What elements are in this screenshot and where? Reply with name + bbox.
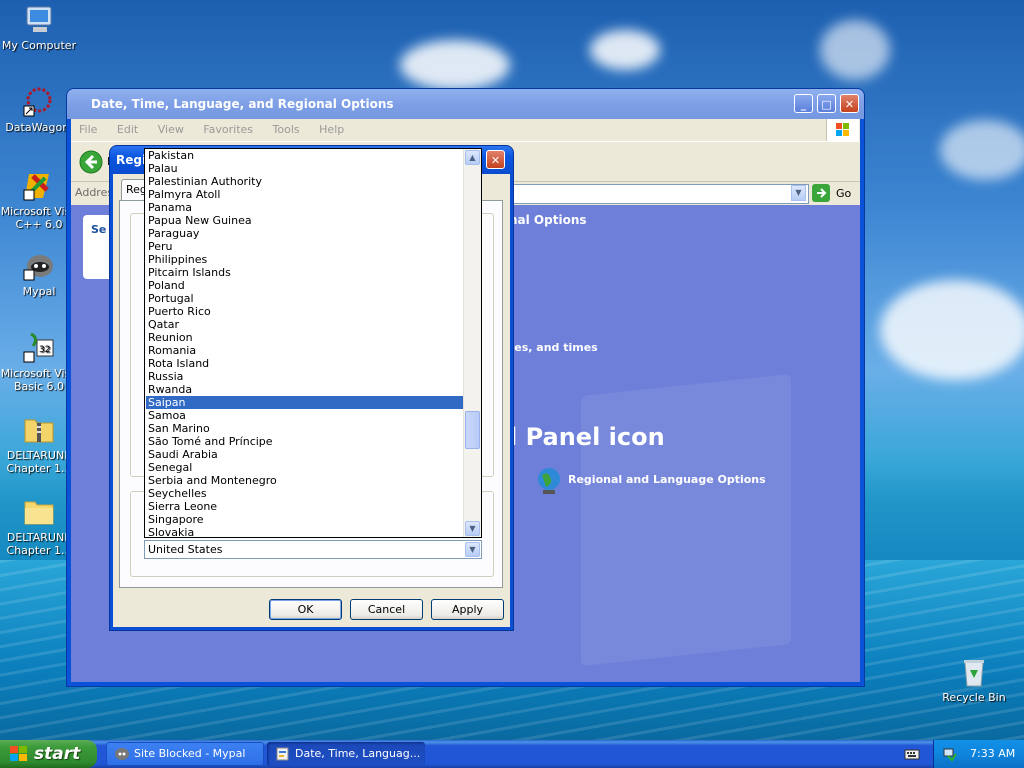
dropdown-item[interactable]: Peru: [146, 240, 464, 253]
start-button[interactable]: start: [0, 740, 97, 768]
dropdown-item[interactable]: Samoa: [146, 409, 464, 422]
location-combobox-value: United States: [148, 543, 223, 556]
folder-icon: [23, 496, 55, 528]
vcpp-icon: [23, 170, 55, 202]
location-combobox[interactable]: United States ▼: [144, 540, 482, 559]
dropdown-item[interactable]: Russia: [146, 370, 464, 383]
dropdown-item[interactable]: Serbia and Montenegro: [146, 474, 464, 487]
desktop-icon-recycle-bin[interactable]: Recycle Bin: [935, 656, 1013, 704]
task-date-time-language[interactable]: Date, Time, Languag...: [267, 742, 425, 766]
my-computer-icon: [23, 4, 55, 36]
mypal-icon: [115, 748, 129, 760]
minimize-button[interactable]: _: [794, 94, 813, 113]
address-dropdown-button[interactable]: ▼: [791, 185, 806, 201]
menu-file[interactable]: File: [71, 119, 105, 136]
chevron-down-icon[interactable]: ▼: [465, 542, 480, 557]
dropdown-item[interactable]: Palau: [146, 162, 464, 175]
taskbar: start Site Blocked - Mypal Date, Time, L…: [0, 740, 1024, 768]
watermark-check-icon: [581, 373, 791, 667]
dropdown-item[interactable]: Sierra Leone: [146, 500, 464, 513]
dropdown-item[interactable]: Puerto Rico: [146, 305, 464, 318]
dropdown-items: Pakistan Palau Palestinian Authority Palmyr…: [146, 149, 464, 537]
address-input[interactable]: [511, 184, 809, 204]
pick-control-panel-icon-heading: l Panel icon: [509, 423, 665, 451]
dropdown-item[interactable]: Portugal: [146, 292, 464, 305]
maximize-button[interactable]: □: [817, 94, 836, 113]
zip-folder-icon: [23, 414, 55, 446]
cancel-button[interactable]: Cancel: [350, 599, 423, 620]
dropdown-item[interactable]: Paraguay: [146, 227, 464, 240]
dropdown-item[interactable]: San Marino: [146, 422, 464, 435]
vb-icon: 32: [23, 332, 55, 364]
desktop-icon-my-computer[interactable]: My Computer: [0, 4, 78, 52]
menu-tools[interactable]: Tools: [265, 119, 308, 136]
dropdown-item[interactable]: Senegal: [146, 461, 464, 474]
header-regional-options: nal Options: [509, 213, 587, 227]
dropdown-item[interactable]: Rota Island: [146, 357, 464, 370]
back-button[interactable]: B: [79, 150, 115, 174]
scroll-thumb[interactable]: [465, 411, 480, 449]
network-icon[interactable]: [942, 746, 958, 762]
dropdown-item[interactable]: Singapore: [146, 513, 464, 526]
dropdown-item[interactable]: Palmyra Atoll: [146, 188, 464, 201]
scroll-up-button[interactable]: ▲: [465, 150, 480, 165]
go-arrow-icon: [812, 184, 830, 202]
dropdown-item[interactable]: Poland: [146, 279, 464, 292]
control-panel-icon: [276, 747, 289, 761]
dropdown-item[interactable]: Qatar: [146, 318, 464, 331]
windows-flag-icon: [10, 746, 27, 761]
dropdown-item[interactable]: Rwanda: [146, 383, 464, 396]
back-arrow-icon: [79, 150, 103, 174]
task-site-blocked-mypal[interactable]: Site Blocked - Mypal: [106, 742, 264, 766]
regional-language-options-link[interactable]: Regional and Language Options: [536, 467, 766, 498]
system-tray: 7:33 AM: [933, 740, 1024, 768]
recycle-bin-icon: [958, 656, 990, 688]
menu-help[interactable]: Help: [311, 119, 352, 136]
dialog-close-button[interactable]: ✕: [486, 150, 505, 169]
svg-text:32: 32: [39, 345, 50, 355]
dropdown-item[interactable]: Saipan: [146, 396, 464, 409]
dropdown-item[interactable]: Philippines: [146, 253, 464, 266]
mypal-icon: [23, 250, 55, 282]
ok-button[interactable]: OK: [269, 599, 342, 620]
dropdown-scrollbar[interactable]: ▲ ▼: [463, 149, 481, 537]
dropdown-item[interactable]: Pitcairn Islands: [146, 266, 464, 279]
dropdown-item[interactable]: Panama: [146, 201, 464, 214]
menu-favorites[interactable]: Favorites: [195, 119, 261, 136]
dropdown-item[interactable]: Saudi Arabia: [146, 448, 464, 461]
globe-icon: [538, 468, 560, 494]
dialog-title: Regi: [116, 153, 147, 167]
scroll-down-button[interactable]: ▼: [465, 521, 480, 536]
datawagon-icon: [23, 86, 55, 118]
dropdown-item[interactable]: São Tomé and Príncipe: [146, 435, 464, 448]
location-dropdown-list[interactable]: Pakistan Palau Palestinian Authority Palmyr…: [144, 148, 482, 538]
main-window-titlebar[interactable]: Date, Time, Language, and Regional Optio…: [67, 89, 864, 119]
task-dates-times[interactable]: tes, and times: [509, 341, 598, 354]
dropdown-item[interactable]: Palestinian Authority: [146, 175, 464, 188]
dropdown-item[interactable]: Romania: [146, 344, 464, 357]
dropdown-item[interactable]: Pakistan: [146, 149, 464, 162]
apply-button[interactable]: Apply: [431, 599, 504, 620]
windows-logo-icon: [826, 119, 859, 141]
dropdown-item[interactable]: Papua New Guinea: [146, 214, 464, 227]
go-button[interactable]: Go: [812, 184, 851, 205]
menu-bar: File Edit View Favorites Tools Help: [71, 119, 860, 141]
clock[interactable]: 7:33 AM: [970, 740, 1015, 768]
dropdown-item[interactable]: Slovakia: [146, 526, 464, 537]
dropdown-item[interactable]: Reunion: [146, 331, 464, 344]
dropdown-item[interactable]: Seychelles: [146, 487, 464, 500]
menu-edit[interactable]: Edit: [109, 119, 146, 136]
close-button[interactable]: ✕: [840, 94, 859, 113]
keyboard-icon[interactable]: [904, 746, 920, 765]
menu-view[interactable]: View: [150, 119, 192, 136]
main-window-title: Date, Time, Language, and Regional Optio…: [91, 97, 394, 111]
